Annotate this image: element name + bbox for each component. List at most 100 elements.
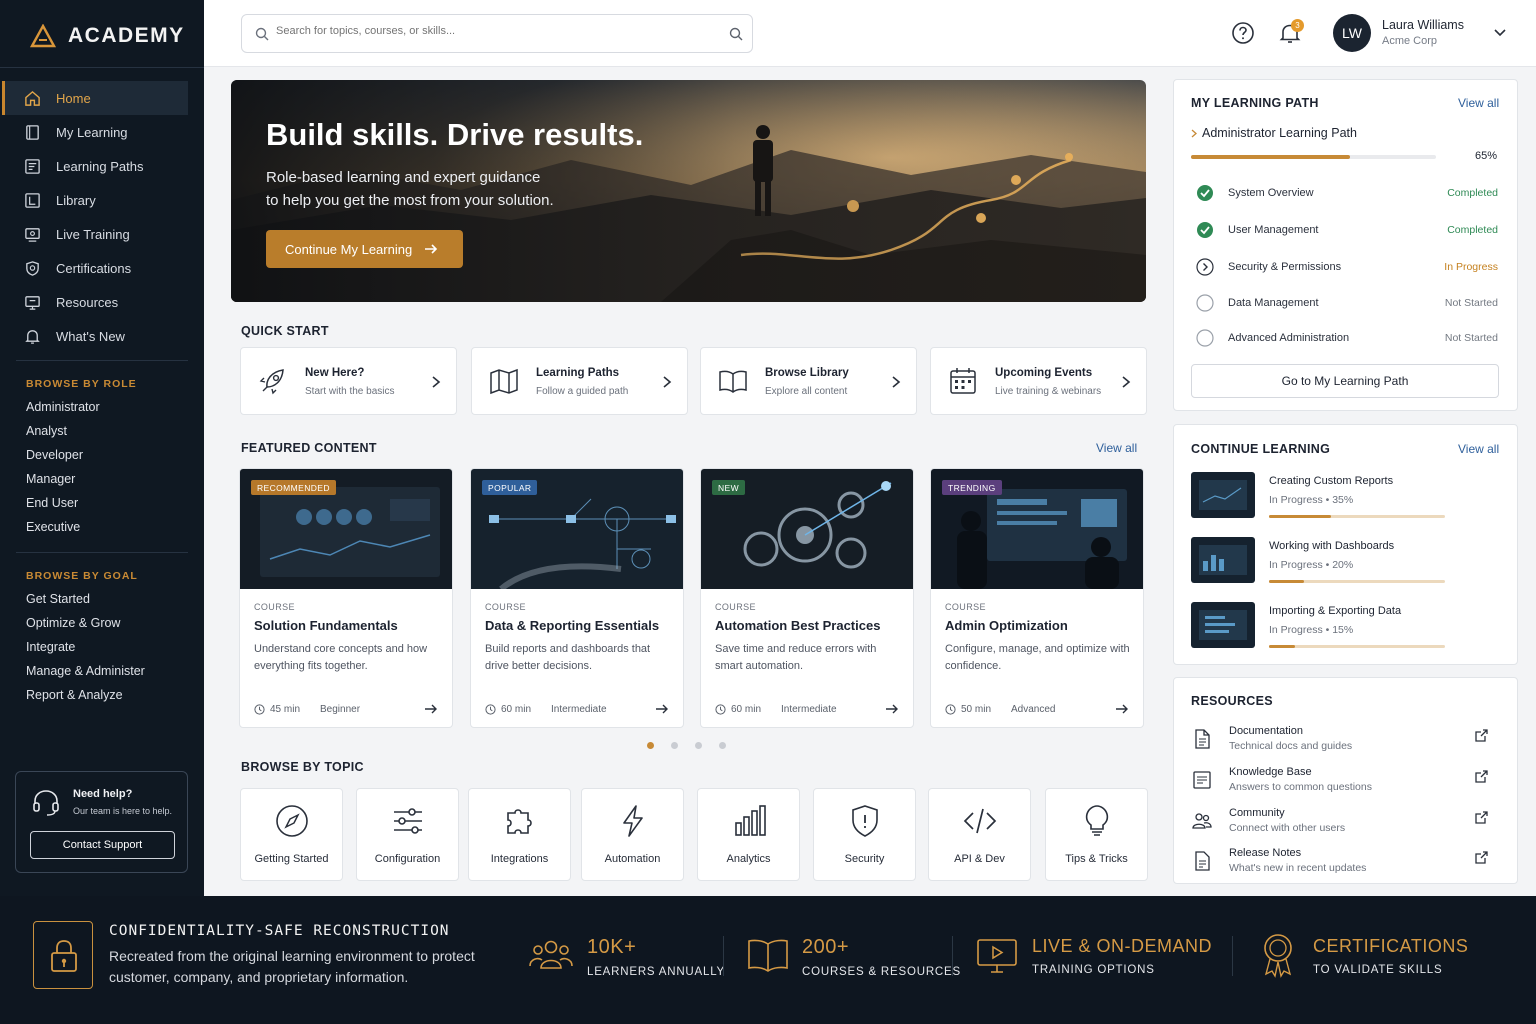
quick-start-learning-paths[interactable]: Learning Paths Follow a guided path [471,347,688,415]
topic-integrations[interactable]: Integrations [468,788,571,881]
nav-item-my-learning[interactable]: My Learning [2,115,188,149]
role-link[interactable]: Developer [26,443,100,467]
role-link[interactable]: Administrator [26,395,100,419]
role-list: Administrator Analyst Developer Manager … [26,395,100,539]
card-kind: COURSE [715,602,756,612]
arrow-right-icon [425,244,438,254]
featured-card[interactable]: NEW COURSE Automation Best Practices Sav… [700,468,914,728]
course-status: In Progress [1269,624,1323,636]
quick-start-upcoming-events[interactable]: Upcoming Events Live training & webinars [930,347,1147,415]
document-icon [1195,729,1210,749]
path-step-status: Not Started [1444,332,1498,344]
arrow-right-icon [886,704,898,714]
featured-card[interactable]: RECOMMENDED COURSE Solution Fundamentals… [239,468,453,728]
resource-link[interactable]: Release Notes What's new in recent updat… [1191,847,1501,881]
divider [1232,936,1233,976]
continue-learning-view-all-link[interactable]: View all [1458,442,1499,456]
path-step[interactable]: Security & Permissions In Progress [1196,257,1498,277]
nav-item-learning-paths[interactable]: Learning Paths [2,149,188,183]
nav-item-live-training[interactable]: Live Training [2,217,188,251]
learning-path-name[interactable]: Administrator Learning Path [1202,126,1357,140]
chevron-right-icon [432,376,441,388]
course-progress-text: In Progress • 20% [1269,559,1354,571]
course-progress-fill [1269,645,1296,648]
course-progress-bar [1269,645,1445,648]
path-step[interactable]: User Management Completed [1196,220,1498,240]
continue-learning-item[interactable]: Working with Dashboards In Progress • 20… [1191,537,1491,585]
lightning-icon [622,805,643,837]
path-step[interactable]: System Overview Completed [1196,183,1498,203]
role-link[interactable]: Analyst [26,419,100,443]
featured-view-all-link[interactable]: View all [1096,441,1137,455]
rocket-icon [259,369,284,395]
path-step[interactable]: Data Management Not Started [1196,293,1498,313]
topic-security[interactable]: Security [813,788,916,881]
nav-item-library[interactable]: Library [2,183,188,217]
goal-link[interactable]: Report & Analyze [26,683,145,707]
divider [16,360,188,361]
stat-label: LEARNERS ANNUALLY [587,966,726,978]
goal-link[interactable]: Get Started [26,587,145,611]
course-percent: 15% [1332,624,1354,636]
nav-label: My Learning [56,124,128,140]
resource-link[interactable]: Community Connect with other users [1191,807,1501,841]
topic-tips-tricks[interactable]: Tips & Tricks [1045,788,1148,881]
contact-support-button[interactable]: Contact Support [30,831,175,859]
resource-subtitle: Technical docs and guides [1229,740,1353,752]
logo[interactable]: ACADEMY [30,24,185,48]
carousel-dot[interactable] [695,742,702,749]
nav-item-resources[interactable]: Resources [2,285,188,319]
topic-automation[interactable]: Automation [581,788,684,881]
user-name[interactable]: Laura Williams [1382,18,1464,32]
topic-api-dev[interactable]: API & Dev [928,788,1031,881]
quick-start-title: QUICK START [241,324,329,338]
quick-start-browse-library[interactable]: Browse Library Explore all content [700,347,917,415]
hero-subtitle-line: to help you get the most from your solut… [266,192,554,209]
carousel-dot[interactable] [719,742,726,749]
topic-getting-started[interactable]: Getting Started [240,788,343,881]
learning-path-view-all-link[interactable]: View all [1458,96,1499,110]
goal-link[interactable]: Integrate [26,635,145,659]
resource-link[interactable]: Knowledge Base Answers to common questio… [1191,766,1501,800]
quick-start-new-here[interactable]: New Here? Start with the basics [240,347,457,415]
course-thumbnail-image [1191,602,1255,648]
path-step[interactable]: Advanced Administration Not Started [1196,328,1498,348]
quick-start-subtitle: Live training & webinars [995,386,1102,397]
role-link[interactable]: Executive [26,515,100,539]
goal-link[interactable]: Optimize & Grow [26,611,145,635]
nav-item-whats-new[interactable]: What's New [2,319,188,353]
role-link[interactable]: End User [26,491,100,515]
goal-link[interactable]: Manage & Administer [26,659,145,683]
continue-learning-button[interactable]: Continue My Learning [266,230,463,268]
nav-item-home[interactable]: Home [2,81,188,115]
card-level: Advanced [1011,704,1056,715]
go-to-learning-path-button[interactable]: Go to My Learning Path [1191,364,1499,398]
role-link[interactable]: Manager [26,467,100,491]
topic-label: Tips & Tricks [1065,853,1128,865]
search-submit-icon[interactable] [729,27,743,41]
card-description: Build reports and dashboards that drive … [485,643,651,672]
resource-link[interactable]: Documentation Technical docs and guides [1191,725,1501,759]
notification-badge: 3 [1291,19,1304,32]
path-step-title: User Management [1228,224,1319,236]
path-step-status: Completed [1447,187,1498,199]
search-input[interactable] [276,25,716,37]
topic-analytics[interactable]: Analytics [697,788,800,881]
featured-content-title: FEATURED CONTENT [241,441,377,455]
featured-card[interactable]: POPULAR COURSE Data & Reporting Essentia… [470,468,684,728]
featured-card[interactable]: TRENDING COURSE Admin Optimization Confi… [930,468,1144,728]
hero-subtitle-line: Role-based learning and expert guidance [266,169,541,186]
chevron-down-icon[interactable] [1494,28,1506,38]
topic-configuration[interactable]: Configuration [356,788,459,881]
nav-item-certifications[interactable]: Certifications [2,251,188,285]
carousel-dot-active[interactable] [647,742,654,749]
bar-chart-icon [734,805,766,836]
carousel-dot[interactable] [671,742,678,749]
avatar[interactable]: LW [1333,14,1371,52]
hero-title: Build skills. Drive results. [266,117,644,152]
continue-learning-item[interactable]: Importing & Exporting Data In Progress •… [1191,602,1491,650]
course-title: Working with Dashboards [1269,540,1395,552]
continue-learning-item[interactable]: Creating Custom Reports In Progress • 35… [1191,472,1491,520]
card-tag: POPULAR [482,480,538,495]
help-icon[interactable] [1231,21,1255,45]
